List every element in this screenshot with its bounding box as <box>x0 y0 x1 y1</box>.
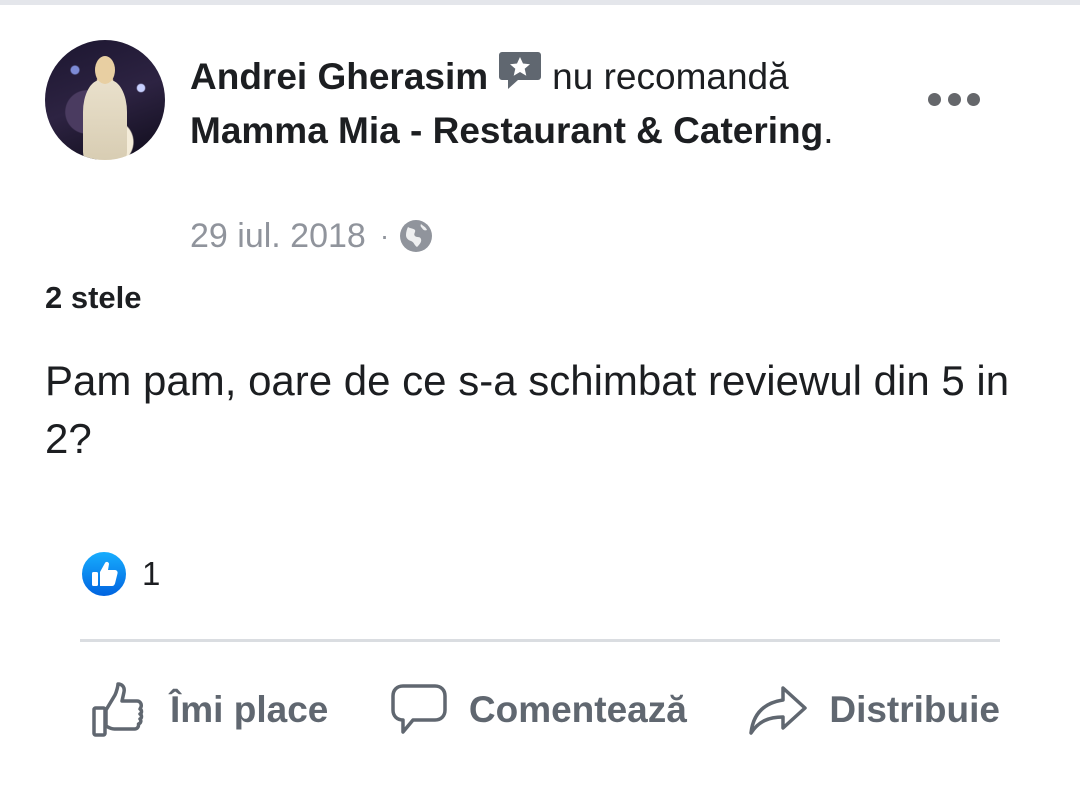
author-avatar[interactable] <box>45 40 165 160</box>
top-divider <box>0 0 1080 5</box>
share-icon <box>749 686 808 735</box>
actions-divider <box>80 639 1000 642</box>
share-label: Distribuie <box>829 689 1000 730</box>
meta-separator: · <box>379 220 390 251</box>
rating-text: 2 stele <box>45 280 142 315</box>
more-options-dot <box>967 92 980 106</box>
comment-label: Comentează <box>468 689 687 730</box>
post-body-text: Pam pam, oare de ce s-a schimbat reviewu… <box>45 357 1010 462</box>
action-bar: Îmi place Comentează Distribuie <box>80 672 1000 748</box>
like-label: Îmi place <box>170 689 329 730</box>
comment-icon <box>391 684 447 734</box>
post-header: Andrei Gherasim nu recomandă Mamma Mia - … <box>190 50 890 158</box>
more-options-dot <box>947 92 961 106</box>
page-name-link[interactable]: Mamma Mia - Restaurant & Catering <box>190 110 823 151</box>
more-options-dot <box>928 92 941 106</box>
share-button[interactable]: Distribuie <box>747 680 1000 740</box>
like-reaction-icon <box>80 550 128 598</box>
comment-button[interactable]: Comentează <box>389 680 687 740</box>
review-star-icon <box>498 48 542 92</box>
header-period: . <box>823 110 834 151</box>
avatar-figure <box>83 80 127 160</box>
avatar-figure-head <box>95 56 115 84</box>
post-meta: 29 iul. 2018 · <box>190 213 433 259</box>
reactions-summary[interactable]: 1 <box>80 549 160 599</box>
like-button[interactable]: Îmi place <box>80 680 328 740</box>
post-date[interactable]: 29 iul. 2018 <box>190 217 366 256</box>
author-name[interactable]: Andrei Gherasim <box>190 56 488 97</box>
review-action-text: nu recomandă <box>552 56 789 97</box>
globe-icon <box>400 220 433 252</box>
more-options-icon[interactable] <box>928 88 980 110</box>
thumbs-up-icon <box>92 682 144 737</box>
reaction-count: 1 <box>142 555 161 592</box>
